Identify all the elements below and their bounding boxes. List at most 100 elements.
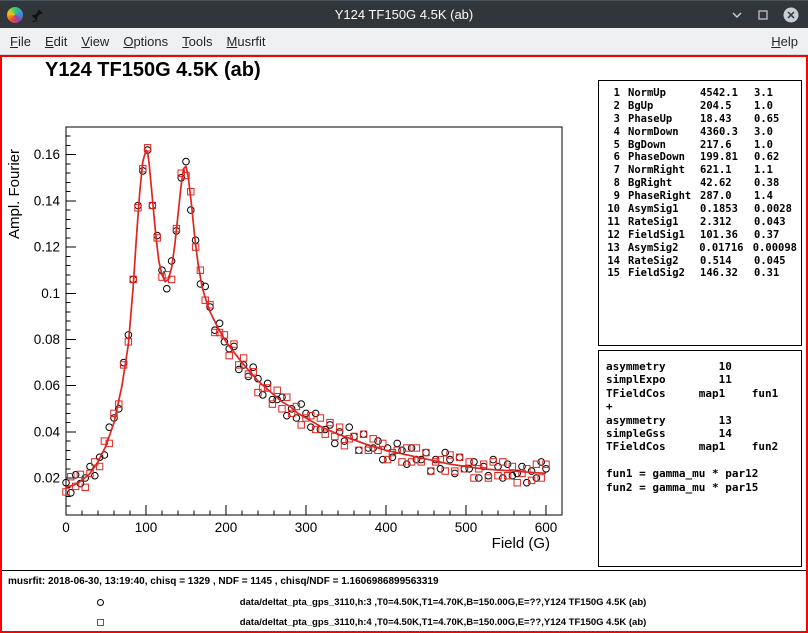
param-pi: 14 xyxy=(605,255,620,268)
minimize-button[interactable] xyxy=(730,8,744,22)
param-row: 14RateSig20.5140.045 xyxy=(605,255,797,268)
param-pv: 217.6 xyxy=(700,139,754,152)
param-pn: FieldSig2 xyxy=(628,267,700,280)
fit-line xyxy=(66,150,546,487)
param-pv: 0.514 xyxy=(700,255,754,268)
param-pi: 12 xyxy=(605,229,620,242)
param-pi: 7 xyxy=(605,164,620,177)
param-pi: 4 xyxy=(605,126,620,139)
param-pe: 3.1 xyxy=(754,87,797,100)
chevron-down-icon xyxy=(730,8,744,22)
param-pv: 204.5 xyxy=(700,100,754,113)
param-pv: 42.62 xyxy=(700,177,754,190)
plot-title: Y124 TF150G 4.5K (ab) xyxy=(45,59,261,82)
svg-text:200: 200 xyxy=(215,520,238,535)
y-axis-title: Ampl. Fourier xyxy=(6,149,23,239)
param-pn: NormDown xyxy=(628,126,700,139)
param-pn: FieldSig1 xyxy=(628,229,700,242)
param-pe: 0.65 xyxy=(754,113,797,126)
param-pv: 287.0 xyxy=(700,190,754,203)
y-axis: 0.020.040.060.080.10.120.140.16 xyxy=(34,127,76,515)
svg-text:0.04: 0.04 xyxy=(34,424,61,439)
param-pn: RateSig1 xyxy=(628,216,700,229)
circle-marker-icon xyxy=(97,599,104,606)
param-pv: 4360.3 xyxy=(700,126,754,139)
maximize-button[interactable] xyxy=(756,8,770,22)
param-pe: 1.1 xyxy=(754,164,797,177)
param-pn: BgRight xyxy=(628,177,700,190)
svg-text:100: 100 xyxy=(135,520,158,535)
menu-edit[interactable]: Edit xyxy=(38,30,74,53)
param-pv: 0.1853 xyxy=(700,203,754,216)
parameter-box[interactable]: 1NormUp4542.13.12BgUp204.51.03PhaseUp18.… xyxy=(598,80,802,346)
menu-view[interactable]: View xyxy=(74,30,116,53)
x-axis-title: Field (G) xyxy=(492,535,550,552)
param-pe: 0.043 xyxy=(754,216,797,229)
menu-musrfit[interactable]: Musrfit xyxy=(220,30,273,53)
root-canvas[interactable]: 01002003004005006000.020.040.060.080.10.… xyxy=(0,55,808,633)
theory-line: TFieldCos map1 fun1 xyxy=(606,387,801,400)
param-pv: 146.32 xyxy=(700,267,754,280)
param-row: 5BgDown217.61.0 xyxy=(605,139,797,152)
param-pi: 13 xyxy=(605,242,620,255)
param-pi: 5 xyxy=(605,139,620,152)
svg-text:0: 0 xyxy=(62,520,70,535)
param-pv: 199.81 xyxy=(700,151,754,164)
param-pe: 0.37 xyxy=(754,229,797,242)
fit-stats: musrfit: 2018-06-30, 13:19:40, chisq = 1… xyxy=(8,576,439,587)
param-pn: BgUp xyxy=(628,100,700,113)
param-pi: 8 xyxy=(605,177,620,190)
window-title: Y124 TF150G 4.5K (ab) xyxy=(0,7,808,22)
param-pi: 11 xyxy=(605,216,620,229)
param-pv: 101.36 xyxy=(700,229,754,242)
param-row: 7 NormRight621.11.1 xyxy=(605,164,797,177)
close-icon xyxy=(782,6,800,24)
svg-text:300: 300 xyxy=(295,520,318,535)
param-pv: 2.312 xyxy=(700,216,754,229)
menu-tools[interactable]: Tools xyxy=(175,30,219,53)
svg-text:0.12: 0.12 xyxy=(34,240,60,255)
param-row: 11 RateSig12.3120.043 xyxy=(605,216,797,229)
svg-text:0.14: 0.14 xyxy=(34,193,61,208)
param-row: 12 FieldSig1101.360.37 xyxy=(605,229,797,242)
menu-file[interactable]: File xyxy=(3,30,38,53)
legend-entry: data/deltat_pta_gps_3110,h:4 ,T0=4.50K,T… xyxy=(2,615,692,629)
param-row: 2BgUp204.51.0 xyxy=(605,100,797,113)
theory-line: asymmetry 10 xyxy=(606,360,801,373)
x-axis: 0100200300400500600 xyxy=(62,505,562,535)
theory-box[interactable]: asymmetry 10simplExpo 11TFieldCos map1 f… xyxy=(598,350,802,567)
pin-icon[interactable] xyxy=(30,8,44,22)
theory-line: fun2 = gamma_mu * par15 xyxy=(606,481,801,494)
param-pv: 0.01716 xyxy=(699,242,753,255)
menu-help[interactable]: Help xyxy=(764,30,805,53)
svg-text:0.1: 0.1 xyxy=(41,286,60,301)
legend-label: data/deltat_pta_gps_3110,h:3 ,T0=4.50K,T… xyxy=(198,597,688,608)
param-pi: 10 xyxy=(605,203,620,216)
theory-line: simpleGss 14 xyxy=(606,427,801,440)
app-icon[interactable] xyxy=(7,7,23,23)
param-pe: 0.0028 xyxy=(754,203,797,216)
svg-text:500: 500 xyxy=(455,520,478,535)
svg-text:0.02: 0.02 xyxy=(34,471,60,486)
menubar: File Edit View Options Tools Musrfit Hel… xyxy=(0,28,808,55)
close-button[interactable] xyxy=(782,6,800,24)
param-pn: AsymSig1 xyxy=(628,203,700,216)
plot-area[interactable]: 01002003004005006000.020.040.060.080.10.… xyxy=(2,57,602,577)
param-pv: 621.1 xyxy=(700,164,754,177)
titlebar[interactable]: Y124 TF150G 4.5K (ab) xyxy=(0,0,808,28)
theory-line: simplExpo 11 xyxy=(606,373,801,386)
param-row: 3PhaseUp18.430.65 xyxy=(605,113,797,126)
param-pi: 1 xyxy=(605,87,620,100)
param-row: 1NormUp4542.13.1 xyxy=(605,87,797,100)
param-pn: PhaseRight xyxy=(628,190,700,203)
param-pn: NormRight xyxy=(628,164,700,177)
theory-line: + xyxy=(606,400,801,413)
series-circle xyxy=(63,147,550,496)
legend-label: data/deltat_pta_gps_3110,h:4 ,T0=4.50K,T… xyxy=(198,617,688,628)
menu-options[interactable]: Options xyxy=(116,30,175,53)
maximize-square-icon xyxy=(756,8,770,22)
svg-text:0.06: 0.06 xyxy=(34,378,60,393)
param-pe: 1.4 xyxy=(754,190,797,203)
param-row: 4NormDown4360.33.0 xyxy=(605,126,797,139)
param-pe: 0.38 xyxy=(754,177,797,190)
